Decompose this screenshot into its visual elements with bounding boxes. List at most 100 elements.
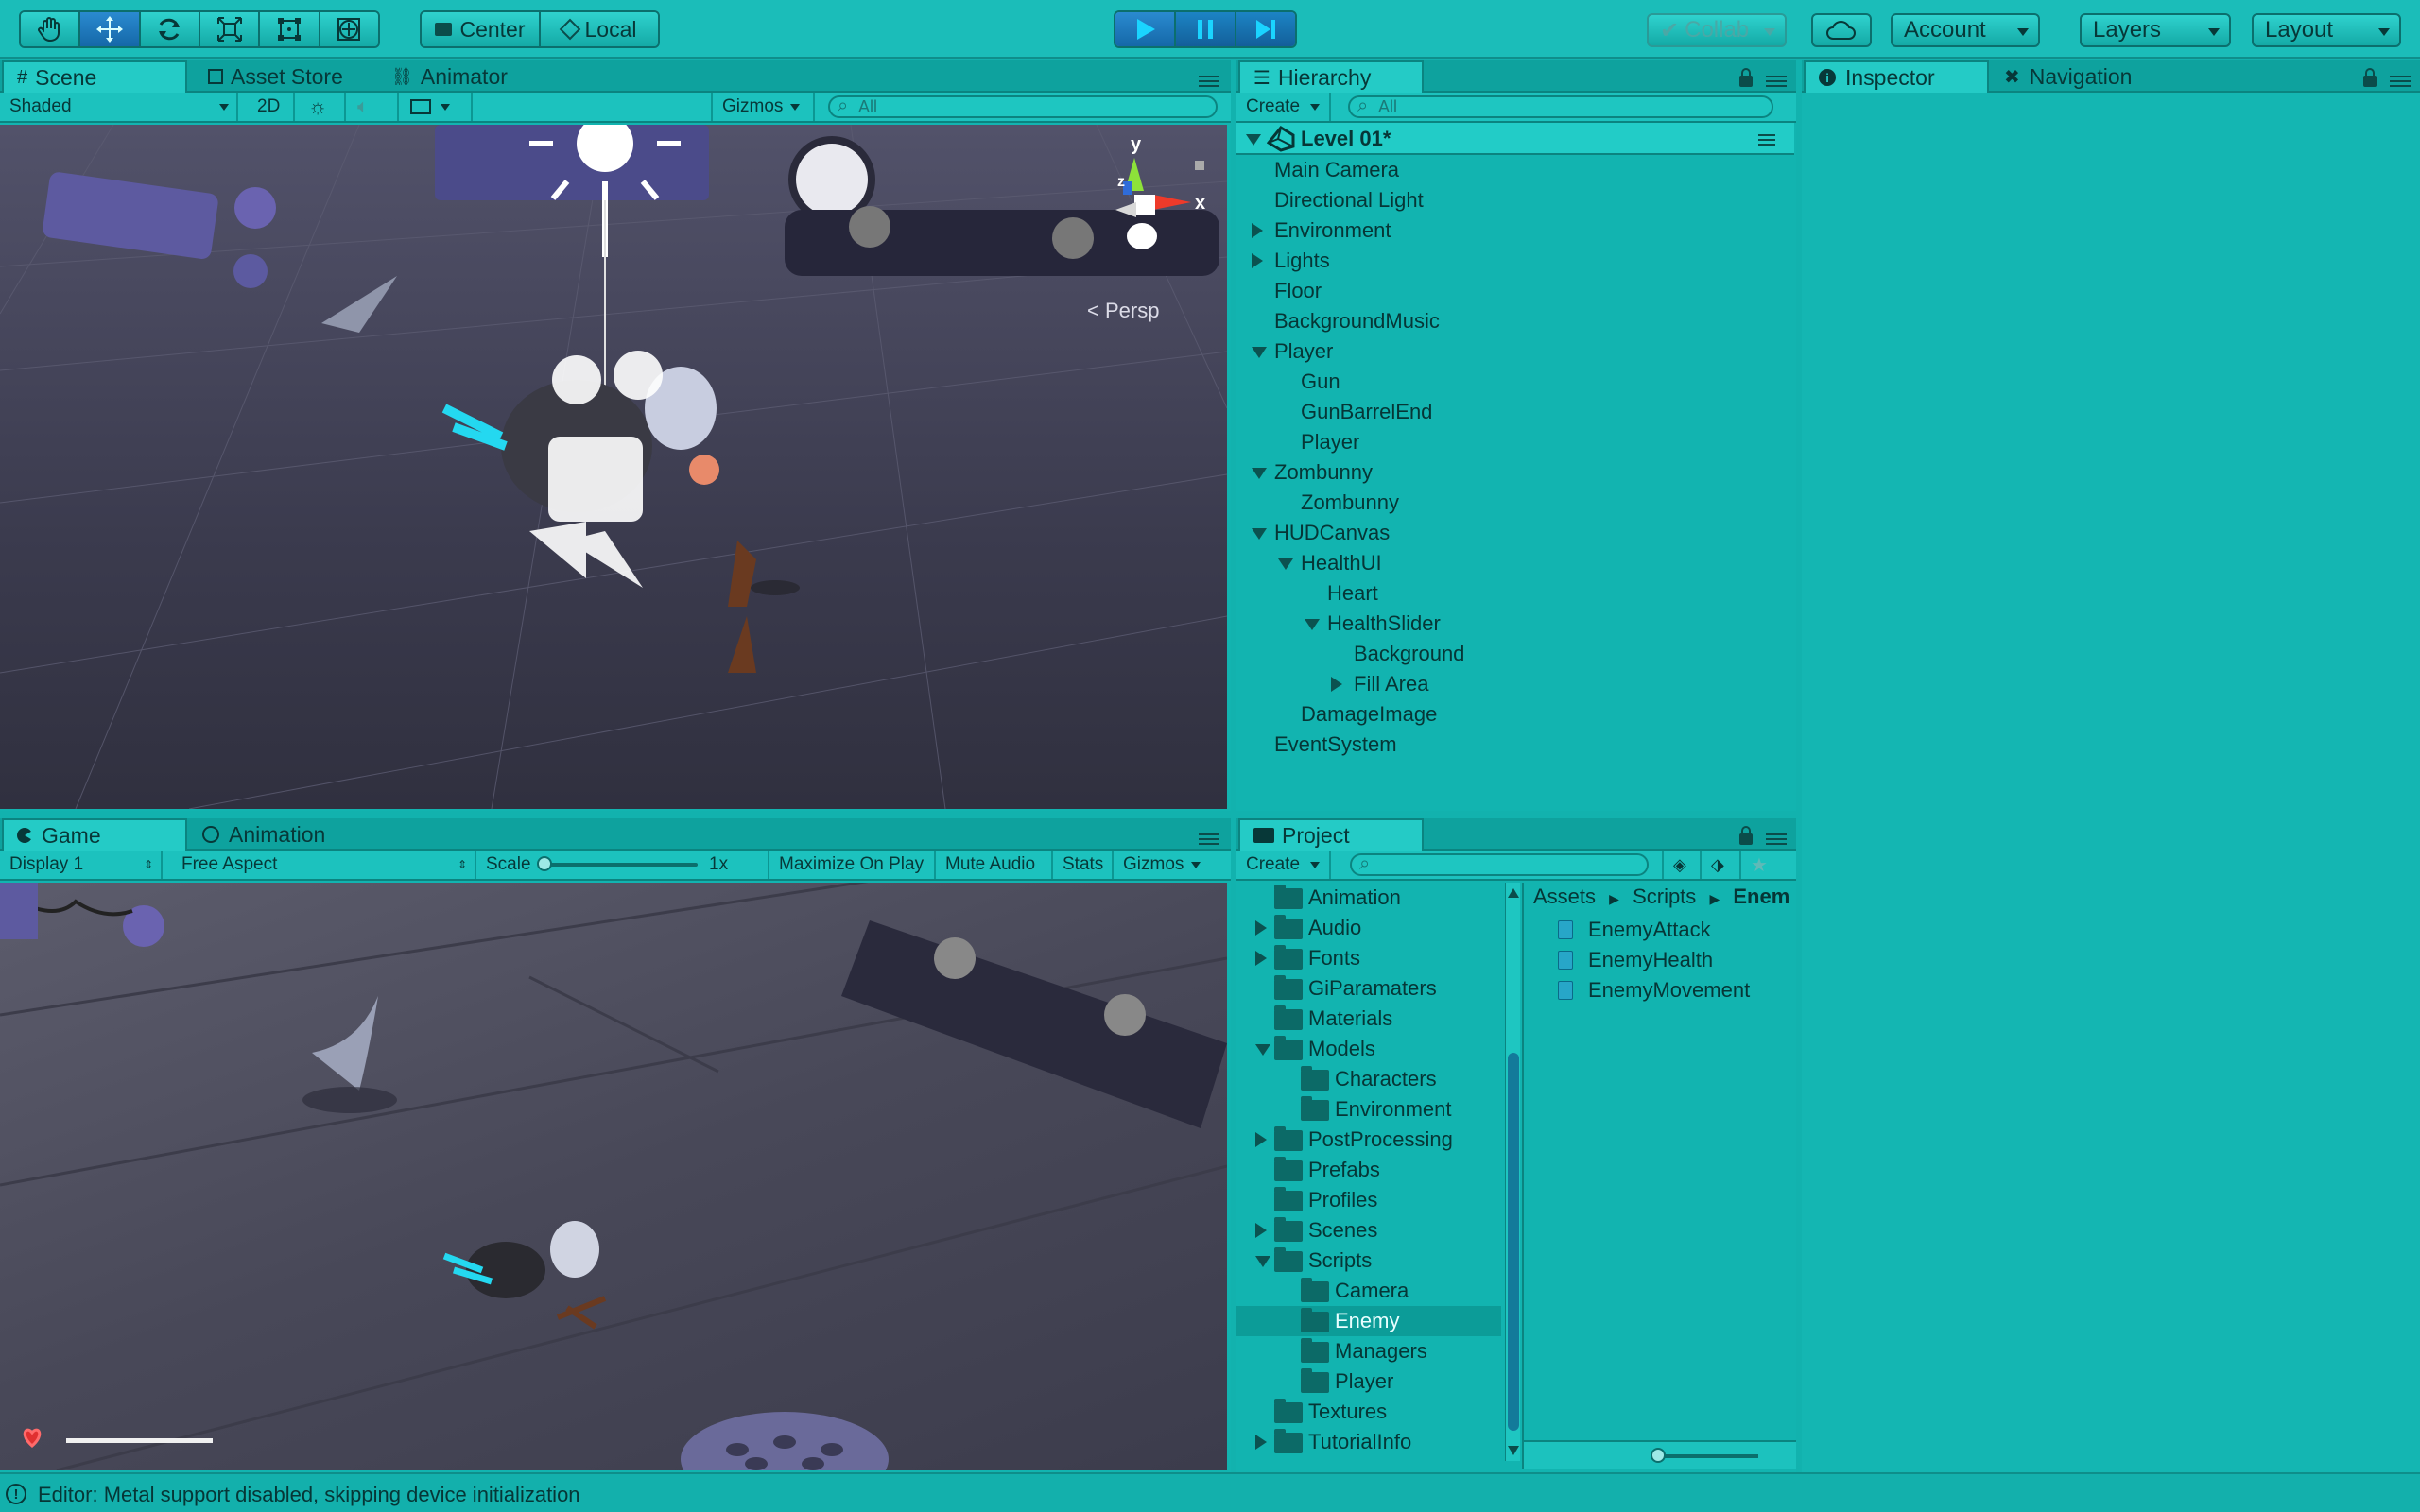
collapse-arrow-icon[interactable] (1246, 134, 1261, 146)
filter-type-button[interactable]: ◈ (1662, 850, 1702, 879)
lock-icon[interactable] (1739, 68, 1753, 87)
tab-scene[interactable]: # Scene (2, 60, 187, 93)
project-folder-item[interactable]: Models (1236, 1034, 1501, 1064)
file-item[interactable]: EnemyAttack (1524, 915, 1796, 945)
pause-button[interactable] (1176, 12, 1236, 46)
project-folder-item[interactable]: Scripts (1236, 1246, 1501, 1276)
scale-slider[interactable] (539, 863, 698, 867)
hierarchy-item[interactable]: Player (1236, 336, 1794, 367)
hierarchy-item[interactable]: Gun (1236, 367, 1794, 397)
project-create-dropdown[interactable]: Create (1236, 850, 1331, 879)
rect-tool-icon[interactable] (260, 12, 320, 46)
hierarchy-item[interactable]: EventSystem (1236, 730, 1794, 760)
display-dropdown[interactable]: Display 1 ⇕ (0, 850, 163, 879)
tab-animator[interactable]: ⛓ Animator (378, 60, 567, 93)
expanded-arrow-icon[interactable] (1255, 1044, 1270, 1056)
collapsed-arrow-icon[interactable] (1252, 253, 1263, 268)
lighting-toggle[interactable]: ☼ (299, 93, 346, 121)
file-item[interactable]: EnemyMovement (1524, 975, 1796, 1005)
effects-dropdown[interactable] (401, 93, 473, 121)
project-folder-item[interactable]: Audio (1236, 913, 1501, 943)
expanded-arrow-icon[interactable] (1278, 558, 1293, 570)
move-tool-icon[interactable] (80, 12, 141, 46)
file-item[interactable]: EnemyHealth (1524, 945, 1796, 975)
expanded-arrow-icon[interactable] (1305, 619, 1320, 630)
hierarchy-item[interactable]: Main Camera (1236, 155, 1794, 185)
step-button[interactable] (1236, 12, 1295, 46)
collab-dropdown[interactable]: ✔ Collab (1647, 13, 1787, 47)
hierarchy-item[interactable]: HealthUI (1236, 548, 1794, 578)
rotate-tool-icon[interactable] (140, 12, 200, 46)
scroll-down-icon[interactable] (1508, 1446, 1519, 1455)
project-folder-item[interactable]: Materials (1236, 1004, 1501, 1034)
project-folder-item[interactable]: Managers (1236, 1336, 1501, 1366)
project-folder-item[interactable]: Camera (1236, 1276, 1501, 1306)
hierarchy-item[interactable]: HealthSlider (1236, 609, 1794, 639)
tab-inspector[interactable]: i Inspector (1804, 60, 1989, 93)
persp-label[interactable]: < Persp (1087, 299, 1159, 323)
lock-icon[interactable] (2363, 68, 2377, 87)
collapsed-arrow-icon[interactable] (1255, 1223, 1267, 1238)
hierarchy-item[interactable]: Heart (1236, 578, 1794, 609)
mute-audio-toggle[interactable]: Mute Audio (936, 850, 1053, 879)
layout-dropdown[interactable]: Layout (2252, 13, 2401, 47)
panel-menu-icon[interactable] (1766, 833, 1787, 845)
collapsed-arrow-icon[interactable] (1252, 223, 1263, 238)
project-folder-item[interactable]: Scenes (1236, 1215, 1501, 1246)
scrollbar-thumb[interactable] (1508, 1053, 1519, 1431)
favorites-button[interactable]: ★ (1741, 850, 1781, 879)
play-button[interactable] (1115, 12, 1176, 46)
tab-navigation[interactable]: ✖ Navigation (1991, 60, 2180, 93)
tab-animation[interactable]: Animation (189, 818, 378, 850)
aspect-dropdown[interactable]: Free Aspect ⇕ (172, 850, 476, 879)
cloud-button[interactable] (1811, 13, 1872, 47)
project-folder-item[interactable]: Fonts (1236, 943, 1501, 973)
hierarchy-item[interactable]: BackgroundMusic (1236, 306, 1794, 336)
panel-menu-icon[interactable] (2390, 76, 2411, 87)
game-gizmos-dropdown[interactable]: Gizmos (1114, 850, 1227, 879)
icon-size-slider[interactable] (1524, 1440, 1796, 1469)
breadcrumb-enemy[interactable]: Enem (1733, 885, 1789, 908)
pivot-local-button[interactable]: Local (541, 12, 658, 46)
scene-header-row[interactable]: Level 01* (1236, 123, 1794, 155)
scale-tool-icon[interactable] (199, 12, 261, 46)
gizmo-lock-icon[interactable] (1195, 161, 1204, 170)
breadcrumb-assets[interactable]: Assets (1533, 885, 1596, 908)
audio-toggle[interactable]: 🔈︎ (348, 93, 399, 121)
hand-tool-icon[interactable] (21, 12, 81, 46)
project-tree-scrollbar[interactable] (1505, 883, 1520, 1461)
hierarchy-item[interactable]: HUDCanvas (1236, 518, 1794, 548)
hierarchy-create-dropdown[interactable]: Create (1236, 93, 1331, 121)
hierarchy-search-input[interactable]: All (1348, 95, 1773, 118)
panel-menu-icon[interactable] (1199, 833, 1219, 845)
scene-search-input[interactable]: All (828, 95, 1218, 118)
transform-tool-icon[interactable] (320, 12, 378, 46)
collapsed-arrow-icon[interactable] (1255, 1435, 1267, 1450)
project-folder-item[interactable]: Profiles (1236, 1185, 1501, 1215)
hierarchy-item[interactable]: GunBarrelEnd (1236, 397, 1794, 427)
collapsed-arrow-icon[interactable] (1255, 920, 1267, 936)
hierarchy-item[interactable]: Floor (1236, 276, 1794, 306)
scroll-up-icon[interactable] (1508, 888, 1519, 898)
shading-dropdown[interactable]: Shaded (0, 93, 238, 121)
maximize-on-play-toggle[interactable]: Maximize On Play (769, 850, 936, 879)
scene-menu-icon[interactable] (1758, 134, 1775, 146)
project-folder-item[interactable]: TutorialInfo (1236, 1427, 1501, 1457)
status-bar[interactable]: ! Editor: Metal support disabled, skippi… (0, 1472, 2420, 1512)
account-dropdown[interactable]: Account (1891, 13, 2040, 47)
expanded-arrow-icon[interactable] (1252, 347, 1267, 358)
expanded-arrow-icon[interactable] (1252, 528, 1267, 540)
project-folder-item[interactable]: Enemy (1236, 1306, 1501, 1336)
tab-asset-store[interactable]: Asset Store (195, 60, 393, 93)
expanded-arrow-icon[interactable] (1255, 1256, 1270, 1267)
project-folder-item[interactable]: Animation (1236, 883, 1501, 913)
gizmos-dropdown[interactable]: Gizmos (711, 93, 815, 121)
mode-2d-button[interactable]: 2D (248, 93, 295, 121)
collapsed-arrow-icon[interactable] (1255, 1132, 1267, 1147)
slider-thumb[interactable] (1651, 1448, 1666, 1463)
project-folder-item[interactable]: GiParamaters (1236, 973, 1501, 1004)
breadcrumb-scripts[interactable]: Scripts (1633, 885, 1696, 908)
project-folder-item[interactable]: Characters (1236, 1064, 1501, 1094)
scene-viewport[interactable]: y x z < Persp (0, 125, 1227, 809)
pivot-center-button[interactable]: Center (422, 12, 541, 46)
